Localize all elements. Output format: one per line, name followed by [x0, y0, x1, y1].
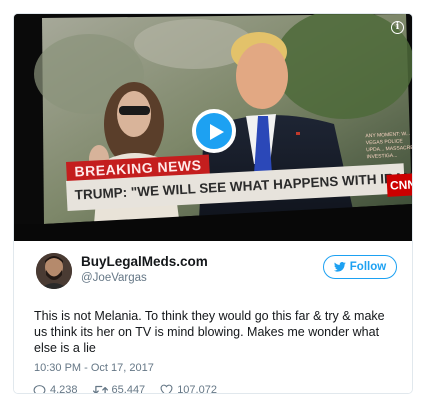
- retweet-count: 65,447: [111, 384, 146, 394]
- side-ticker-text: ANY MOMENT: W... VEGAS POLICE UPDA... MA…: [365, 130, 412, 161]
- heart-icon: [160, 384, 173, 393]
- retweet-action[interactable]: 65,447: [92, 384, 146, 394]
- follow-label: Follow: [349, 261, 387, 273]
- like-count: 107,072: [177, 384, 217, 394]
- tweet-actions: 4,238 65,447 107,072: [33, 381, 232, 394]
- tweet-timestamp[interactable]: 10:30 PM - Oct 17, 2017: [34, 362, 154, 374]
- avatar[interactable]: [36, 253, 72, 289]
- embedded-tweet-card: i ANY MOMENT: W... VEGAS POLICE UPDA... …: [13, 13, 413, 394]
- follow-button[interactable]: Follow: [323, 255, 397, 279]
- play-icon: [210, 124, 224, 140]
- like-action[interactable]: 107,072: [160, 384, 217, 394]
- tweet-body: BuyLegalMeds.com @JoeVargas Follow This …: [14, 241, 412, 393]
- avatar-image: [36, 253, 72, 289]
- user-handle[interactable]: @JoeVargas: [81, 272, 147, 284]
- info-icon[interactable]: i: [391, 21, 404, 34]
- reply-icon: [33, 384, 46, 393]
- reply-action[interactable]: 4,238: [33, 384, 78, 394]
- reply-count: 4,238: [50, 384, 78, 394]
- play-button[interactable]: [192, 109, 236, 153]
- video-media[interactable]: i ANY MOMENT: W... VEGAS POLICE UPDA... …: [14, 14, 412, 241]
- tweet-text: This is not Melania. To think they would…: [34, 309, 385, 355]
- network-logo: CNN: [386, 173, 412, 197]
- twitter-bird-icon: [333, 262, 346, 272]
- display-name[interactable]: BuyLegalMeds.com: [81, 254, 208, 269]
- retweet-icon: [92, 385, 108, 393]
